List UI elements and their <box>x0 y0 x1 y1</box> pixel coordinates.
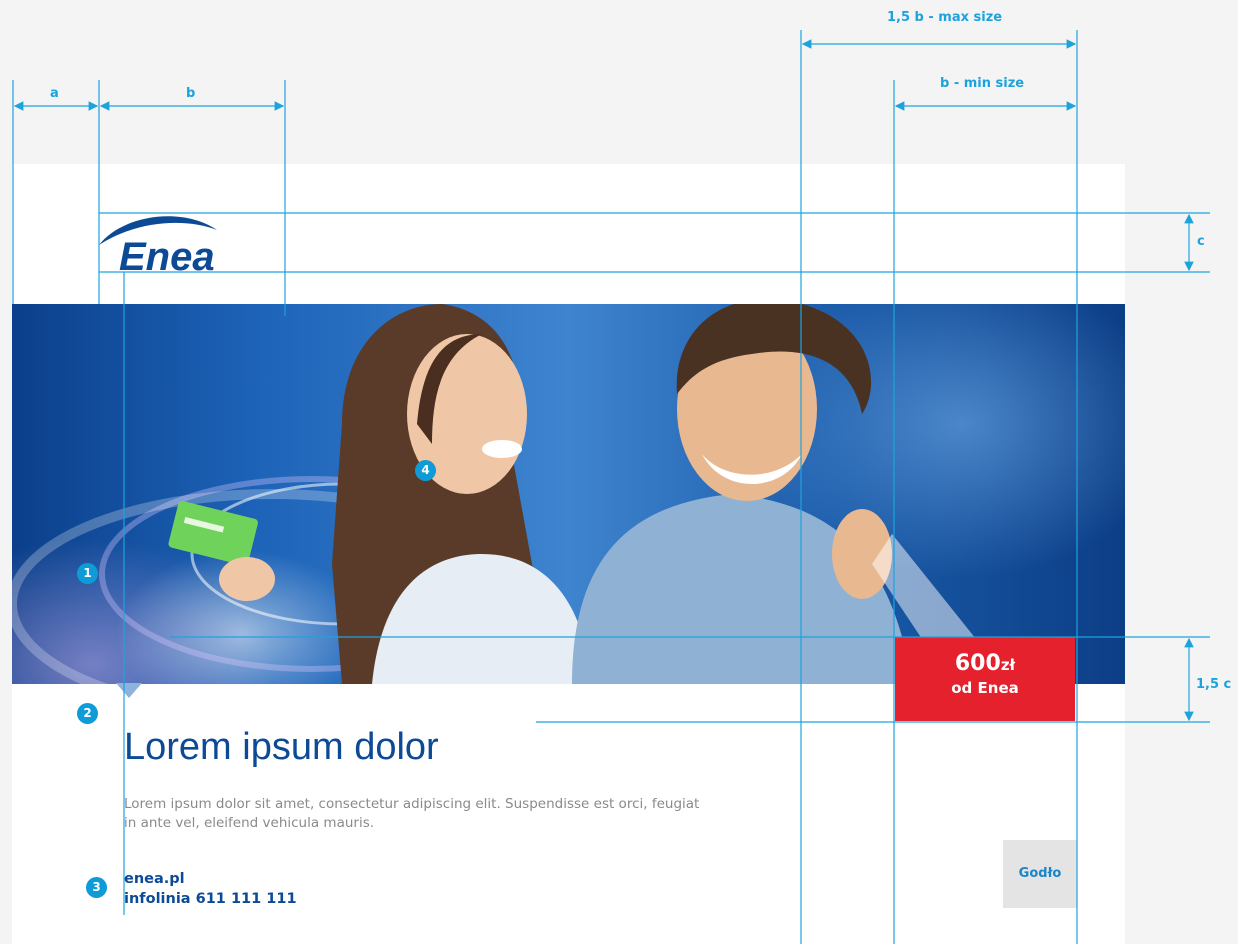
dimension-c-label: c <box>1197 234 1205 249</box>
dimension-bmax-label: 1,5 b - max size <box>887 10 1003 25</box>
dimension-c15-label: 1,5 c <box>1196 677 1232 692</box>
dimension-a-label: a <box>50 86 59 101</box>
dimension-b-label: b <box>186 86 196 101</box>
guide-lines <box>12 30 1210 944</box>
dimension-bmin-label: b - min size <box>940 76 1025 91</box>
